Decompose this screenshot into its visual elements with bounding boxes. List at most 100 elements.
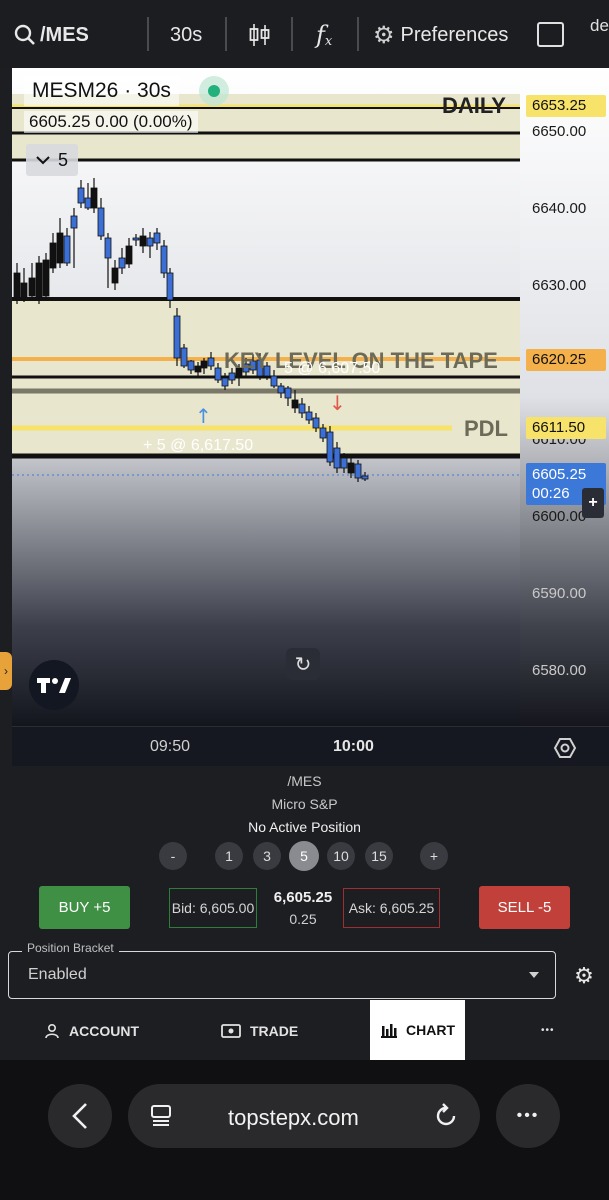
- money-icon: [221, 1024, 241, 1038]
- price-tick: 6630.00: [532, 277, 587, 294]
- candle-body: [104, 237, 112, 259]
- user-icon: [45, 1023, 59, 1039]
- candle-body: [214, 367, 222, 381]
- position-bracket-select[interactable]: Enabled: [8, 951, 556, 999]
- time-axis[interactable]: 09:50 10:00: [12, 726, 609, 766]
- chevron-down-icon: [36, 156, 50, 165]
- candle-body: [326, 431, 334, 463]
- qty-option-3[interactable]: 3: [253, 842, 281, 870]
- qty-option-10[interactable]: 10: [327, 842, 355, 870]
- sell-fill-label: 5 @ 6,607.50: [284, 360, 381, 377]
- nav-account[interactable]: ACCOUNT: [44, 1018, 139, 1044]
- candle-body: [361, 475, 369, 480]
- preferences-label: Preferences: [400, 23, 509, 46]
- fx-icon-sub: x: [324, 33, 333, 49]
- chart-symbol-title[interactable]: MESM26 · 30s: [24, 76, 179, 106]
- plus-icon: +: [588, 494, 598, 511]
- reader-mode-icon: [151, 1105, 171, 1126]
- ohlc-readout: 6605.25 0.00 (0.00%): [24, 111, 198, 133]
- candle-body: [333, 447, 341, 469]
- chevron-left-icon: [72, 1103, 87, 1129]
- candle-body: [28, 277, 36, 297]
- reset-chart-button[interactable]: ↻: [286, 648, 320, 680]
- candle-body: [270, 375, 278, 387]
- candlestick-icon: [249, 24, 270, 46]
- candle-body: [160, 245, 168, 274]
- candle-body: [139, 235, 147, 247]
- candle-body: [284, 387, 292, 399]
- panel-instrument-name: Micro S&P: [271, 796, 338, 812]
- price-tick: 6640.00: [532, 200, 587, 217]
- qty-option-15[interactable]: 15: [365, 842, 393, 870]
- qty-decrease-button[interactable]: -: [159, 842, 187, 870]
- time-tick: 09:50: [150, 738, 191, 755]
- position-status: No Active Position: [248, 819, 361, 835]
- price-tick: 6650.00: [532, 123, 587, 140]
- key-level-price-tag: 6620.25: [526, 349, 606, 371]
- reload-icon[interactable]: [433, 1103, 459, 1129]
- last-price-value: 6605.25: [532, 466, 587, 483]
- interval-button[interactable]: 30s: [170, 20, 202, 50]
- browser-back-button[interactable]: [48, 1084, 112, 1148]
- browser-more-button[interactable]: •••: [496, 1084, 560, 1148]
- divider: [147, 17, 149, 51]
- candle-body: [194, 365, 202, 373]
- symbol-search-button[interactable]: /MES: [13, 20, 89, 50]
- chart-type-button[interactable]: [248, 20, 272, 50]
- candle-body: [90, 187, 98, 209]
- ask-price[interactable]: Ask: 6,605.25: [343, 888, 440, 928]
- chart-bars-icon: [381, 1024, 397, 1038]
- chart-canvas[interactable]: ↓ ↑: [12, 68, 520, 726]
- side-panel-toggle[interactable]: ›: [0, 652, 12, 690]
- candle-body: [63, 235, 71, 264]
- qty-option-1[interactable]: 1: [215, 842, 243, 870]
- rotate-icon: ↻: [294, 653, 312, 676]
- candle-body: [125, 245, 133, 265]
- candle-body: [221, 377, 229, 387]
- candle-body: [298, 403, 306, 414]
- qty-option-5[interactable]: 5: [289, 841, 319, 871]
- divider: [291, 17, 293, 51]
- candle-body: [312, 417, 320, 429]
- candle-body: [166, 272, 174, 301]
- sell-button[interactable]: SELL -5: [479, 886, 570, 929]
- indicator-toggle[interactable]: 5: [26, 144, 78, 176]
- candle-body: [354, 463, 362, 479]
- bid-price[interactable]: Bid: 6,605.00: [169, 888, 257, 928]
- chart-symbol-text: MESM26 · 30s: [32, 79, 171, 102]
- nav-trade-label: TRADE: [250, 1023, 299, 1039]
- fullscreen-icon[interactable]: [537, 22, 564, 47]
- nav-trade[interactable]: TRADE: [221, 1018, 298, 1044]
- top-toolbar: /MES 30s fx ⚙ Preferences de: [0, 0, 609, 68]
- buy-button[interactable]: BUY +5: [39, 886, 130, 929]
- candle-body: [118, 257, 126, 269]
- indicators-button[interactable]: fx: [316, 20, 332, 50]
- nav-chart[interactable]: CHART: [370, 1000, 465, 1060]
- nav-more-icon[interactable]: •••: [541, 1025, 555, 1036]
- candle-body: [146, 237, 154, 247]
- candle-body: [347, 462, 355, 474]
- bracket-settings-gear-icon[interactable]: ⚙: [572, 964, 596, 988]
- price-axis[interactable]: 6650.00 6640.00 6630.00 6610.00 6600.00 …: [520, 68, 609, 726]
- url-text: topstepx.com: [228, 1105, 359, 1130]
- add-alert-button[interactable]: +: [582, 488, 604, 518]
- preferences-button[interactable]: ⚙ Preferences: [373, 20, 508, 50]
- candle-body: [187, 360, 195, 371]
- candle-body: [132, 237, 140, 241]
- price-chart[interactable]: ↓ ↑ MESM26 · 30s 6605.25 0.00 (0.00%) 5 …: [12, 68, 520, 726]
- qty-increase-button[interactable]: +: [420, 842, 448, 870]
- bar-countdown: 00:26: [532, 485, 570, 502]
- chart-settings-button[interactable]: [553, 736, 577, 760]
- symbol-label: /MES: [40, 23, 89, 46]
- url-bar[interactable]: topstepx.com: [128, 1084, 480, 1148]
- candle-body: [180, 347, 188, 367]
- candle-body: [49, 242, 57, 269]
- candle-body: [207, 357, 215, 367]
- candle-body: [97, 207, 105, 237]
- candle-body: [277, 385, 285, 394]
- tradingview-logo[interactable]: [29, 660, 79, 710]
- buy-fill-label: + 5 @ 6,617.50: [143, 437, 254, 454]
- more-dots-icon: •••: [516, 1107, 540, 1124]
- pdl-price-tag: 6611.50: [526, 417, 606, 439]
- position-bracket-value: Enabled: [28, 966, 87, 983]
